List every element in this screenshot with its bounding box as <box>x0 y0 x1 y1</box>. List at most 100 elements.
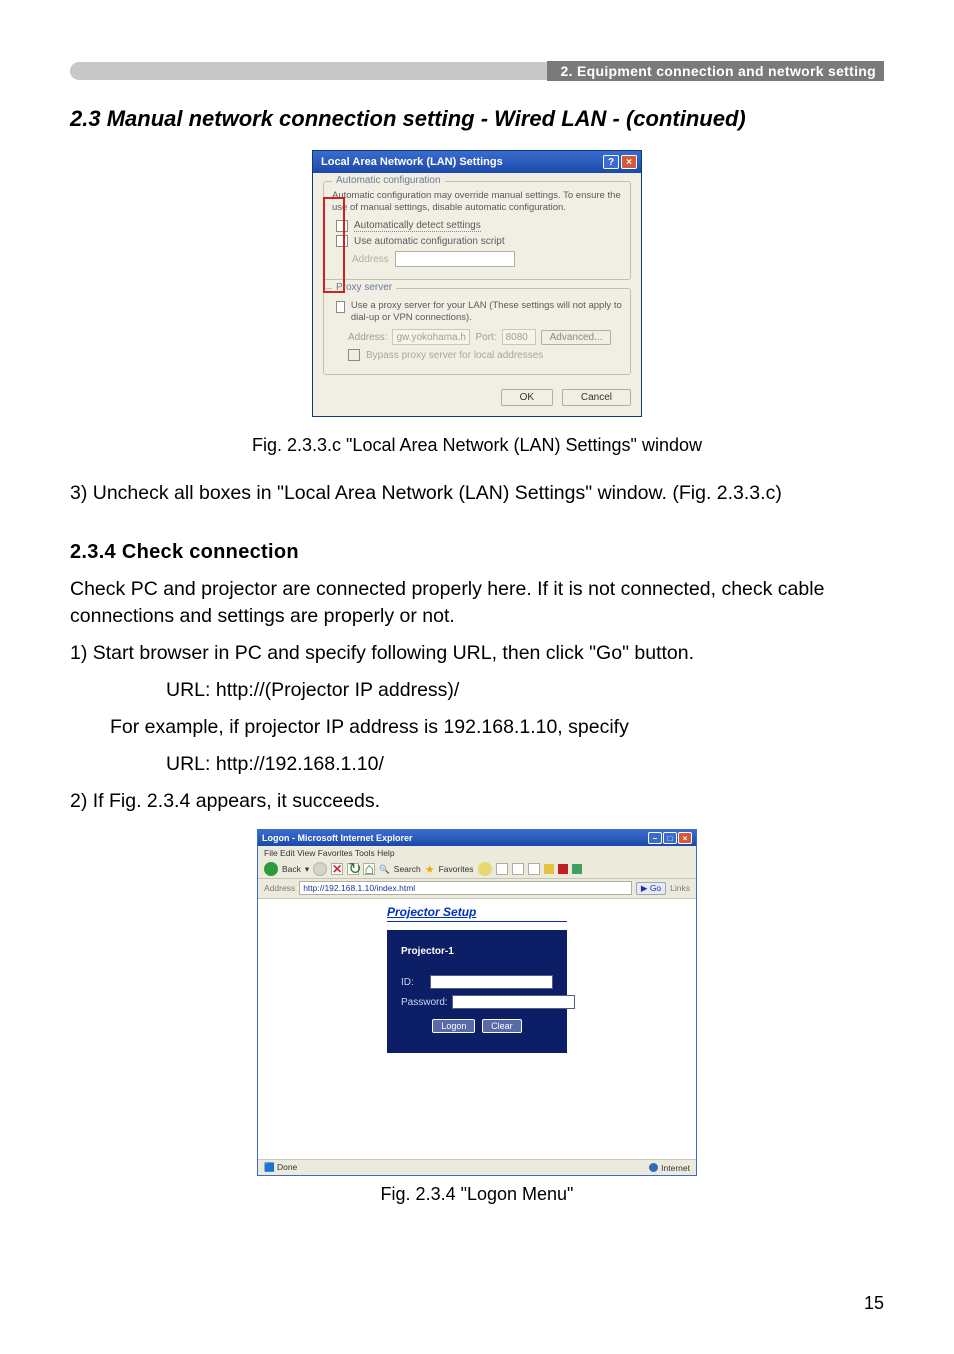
logon-figure: Logon - Microsoft Internet Explorer – □ … <box>70 829 884 1176</box>
password-row: Password: <box>401 995 553 1009</box>
password-label: Password: <box>401 997 448 1008</box>
dialog-titlebar: Local Area Network (LAN) Settings ? × <box>313 151 641 173</box>
ie-titlebar: Logon - Microsoft Internet Explorer – □ … <box>258 830 696 846</box>
check-step-2: 2) If Fig. 2.3.4 appears, it succeeds. <box>70 788 884 815</box>
ie-window: Logon - Microsoft Internet Explorer – □ … <box>257 829 697 1176</box>
proxy-use-row: Use a proxy server for your LAN (These s… <box>336 300 622 324</box>
proxy-port-input[interactable] <box>502 329 536 345</box>
ie-statusbar: 🟦 Done Internet <box>258 1159 696 1175</box>
close-icon[interactable]: × <box>621 155 637 169</box>
proxy-group: Proxy server Use a proxy server for your… <box>323 288 631 375</box>
url-template: URL: http://(Projector IP address)/ <box>166 677 884 704</box>
proxy-legend: Proxy server <box>332 282 396 293</box>
address-label-dim: Address <box>352 254 389 265</box>
toolbar-icon-c[interactable] <box>572 864 582 874</box>
dialog-title-icons: ? × <box>603 155 637 169</box>
minimize-icon[interactable]: – <box>648 832 662 844</box>
stop-icon[interactable]: × <box>331 863 343 875</box>
lan-dialog-figure: Local Area Network (LAN) Settings ? × Au… <box>70 150 884 417</box>
projector-setup-title: Projector Setup <box>387 905 567 922</box>
back-icon[interactable] <box>264 862 278 876</box>
subsection-234-title: 2.3.4 Check connection <box>70 541 884 564</box>
links-label[interactable]: Links <box>670 883 690 893</box>
favorites-label[interactable]: Favorites <box>439 864 474 874</box>
chapter-title: 2. Equipment connection and network sett… <box>547 61 884 81</box>
bypass-row: Bypass proxy server for local addresses <box>348 349 622 361</box>
back-dropdown-icon[interactable]: ▾ <box>305 864 309 875</box>
check-step-1: 1) Start browser in PC and specify follo… <box>70 640 884 667</box>
dialog-title-text: Local Area Network (LAN) Settings <box>321 156 503 168</box>
figure-caption-lan: Fig. 2.3.3.c "Local Area Network (LAN) S… <box>70 435 884 456</box>
toolbar-icon-b[interactable] <box>558 864 568 874</box>
auto-script-address-input <box>395 251 515 267</box>
ie-content: Projector Setup Projector-1 ID: Password… <box>258 899 696 1159</box>
maximize-icon[interactable]: □ <box>663 832 677 844</box>
back-label[interactable]: Back <box>282 864 301 874</box>
window-close-icon[interactable]: × <box>678 832 692 844</box>
go-button[interactable]: ▶ Go <box>636 882 666 895</box>
home-icon[interactable]: ⌂ <box>363 863 375 875</box>
mail-icon[interactable] <box>496 863 508 875</box>
status-internet-text: Internet <box>661 1163 690 1173</box>
proxy-use-checkbox[interactable] <box>336 301 345 313</box>
refresh-icon[interactable]: ↻ <box>347 863 359 875</box>
status-right: Internet <box>649 1162 690 1173</box>
chapter-header: 2. Equipment connection and network sett… <box>70 62 884 86</box>
address-label: Address <box>264 883 295 893</box>
ok-button[interactable]: OK <box>501 389 553 406</box>
auto-config-group: Automatic configuration Automatic config… <box>323 181 631 280</box>
go-label: Go <box>650 883 661 893</box>
bypass-checkbox[interactable] <box>348 349 360 361</box>
proxy-desc: Use a proxy server for your LAN (These s… <box>351 300 622 324</box>
page-number: 15 <box>864 1293 884 1314</box>
id-input[interactable] <box>430 975 553 989</box>
id-row: ID: <box>401 975 553 989</box>
auto-script-address-row: Address <box>352 251 622 267</box>
favorites-icon[interactable]: ★ <box>425 863 435 876</box>
ie-window-icons: – □ × <box>648 832 692 844</box>
globe-icon <box>649 1163 658 1172</box>
toolbar-icon-a[interactable] <box>544 864 554 874</box>
forward-icon[interactable] <box>313 862 327 876</box>
status-left: 🟦 Done <box>264 1162 297 1173</box>
ie-menubar[interactable]: File Edit View Favorites Tools Help <box>258 846 696 860</box>
status-done-text: Done <box>277 1162 297 1172</box>
print-icon[interactable] <box>512 863 524 875</box>
proxy-port-label: Port: <box>475 332 496 343</box>
lan-dialog: Local Area Network (LAN) Settings ? × Au… <box>312 150 642 417</box>
id-label: ID: <box>401 977 426 988</box>
auto-script-checkbox[interactable] <box>336 235 348 247</box>
address-input[interactable] <box>299 881 632 895</box>
edit-icon[interactable] <box>528 863 540 875</box>
proxy-address-input[interactable] <box>392 329 470 345</box>
clear-button[interactable]: Clear <box>482 1019 522 1033</box>
figure-caption-logon: Fig. 2.3.4 "Logon Menu" <box>70 1184 884 1205</box>
search-label[interactable]: Search <box>394 864 421 874</box>
search-icon[interactable]: 🔍 <box>379 864 390 875</box>
cancel-button[interactable]: Cancel <box>562 389 631 406</box>
dialog-body: Automatic configuration Automatic config… <box>313 173 641 416</box>
auto-detect-checkbox[interactable] <box>336 220 348 232</box>
projector-name: Projector-1 <box>401 946 553 957</box>
password-input[interactable] <box>452 995 575 1009</box>
step-3-text: 3) Uncheck all boxes in "Local Area Netw… <box>70 480 884 507</box>
auto-config-legend: Automatic configuration <box>332 175 445 186</box>
check-paragraph-1: Check PC and projector are connected pro… <box>70 576 884 630</box>
advanced-button[interactable]: Advanced... <box>541 330 612 345</box>
auto-script-label: Use automatic configuration script <box>354 236 505 247</box>
auto-config-desc: Automatic configuration may override man… <box>332 190 622 214</box>
history-icon[interactable] <box>478 862 492 876</box>
ie-toolbar: Back ▾ × ↻ ⌂ 🔍 Search ★ Favorites <box>258 860 696 879</box>
example-line: For example, if projector IP address is … <box>110 714 884 741</box>
logon-button[interactable]: Logon <box>432 1019 475 1033</box>
ie-title-text: Logon - Microsoft Internet Explorer <box>262 833 413 843</box>
auto-script-row: Use automatic configuration script <box>336 235 622 247</box>
dialog-button-row: OK Cancel <box>323 383 631 406</box>
section-title: 2.3 Manual network connection setting - … <box>70 106 884 132</box>
help-icon[interactable]: ? <box>603 155 619 169</box>
projector-setup-panel: Projector Setup Projector-1 ID: Password… <box>387 905 567 1159</box>
proxy-address-row: Address: Port: Advanced... <box>348 329 622 345</box>
ie-addressbar: Address ▶ Go Links <box>258 879 696 899</box>
logon-box: Projector-1 ID: Password: Logon Clear <box>387 930 567 1053</box>
auto-detect-row: Automatically detect settings <box>336 220 622 232</box>
